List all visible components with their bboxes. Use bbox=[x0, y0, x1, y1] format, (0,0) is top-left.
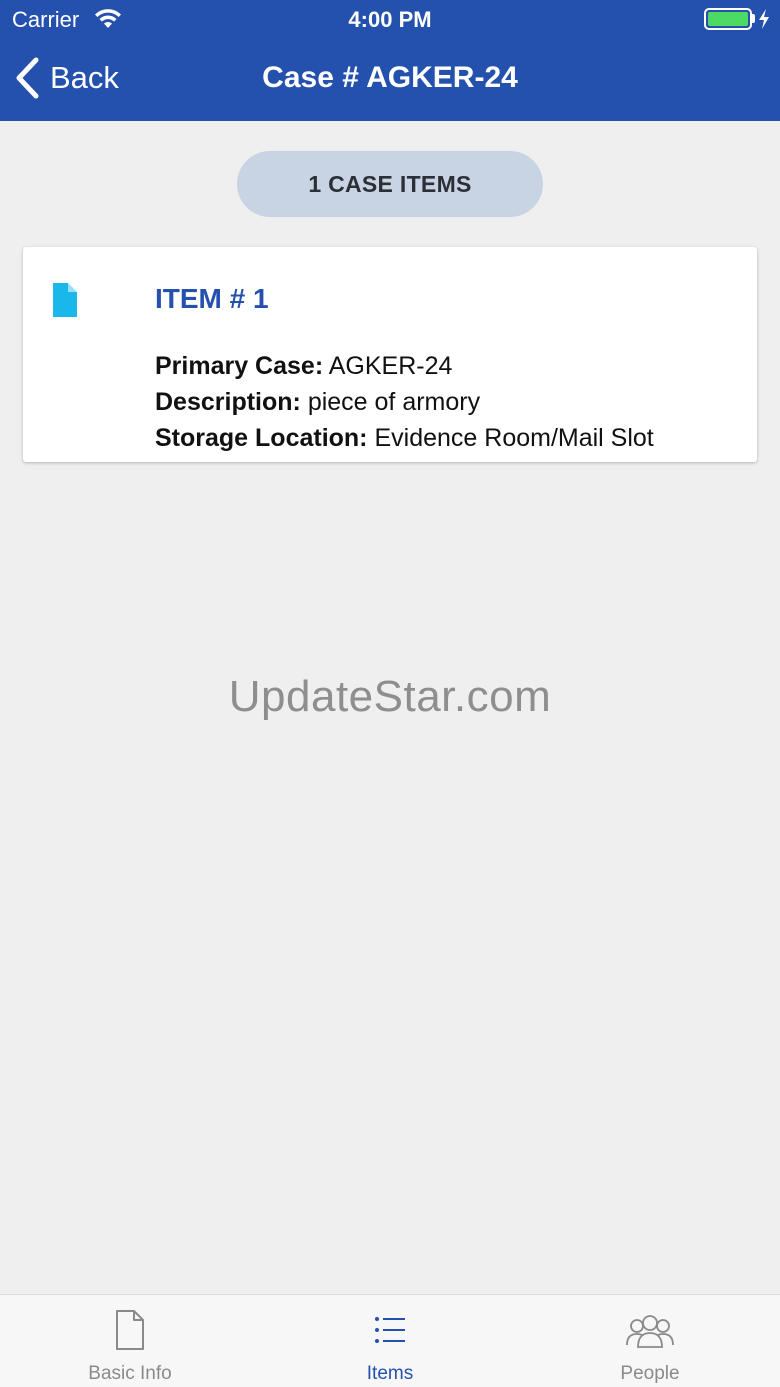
items-count-badge: 1 CASE ITEMS bbox=[237, 151, 543, 217]
field-label: Storage Location: bbox=[155, 424, 368, 452]
tab-people[interactable]: People bbox=[520, 1295, 780, 1387]
item-title: ITEM # 1 bbox=[155, 283, 269, 314]
battery-icon bbox=[704, 8, 752, 30]
watermark: UpdateStar.com bbox=[228, 672, 552, 721]
list-icon bbox=[375, 1317, 405, 1343]
field-value: piece of armory bbox=[307, 388, 481, 416]
tab-label: People bbox=[620, 1363, 680, 1384]
battery-level bbox=[708, 12, 748, 26]
status-time: 4:00 PM bbox=[348, 7, 432, 32]
charging-bolt-icon bbox=[759, 9, 769, 29]
battery-tip bbox=[752, 14, 755, 23]
header: Carrier 4:00 PM Back Case # AGKER-24 bbox=[0, 0, 780, 121]
nav-bar: Back Case # AGKER-24 bbox=[0, 40, 780, 121]
page-title: Case # AGKER-24 bbox=[262, 61, 518, 94]
tab-label: Basic Info bbox=[88, 1363, 172, 1384]
tab-items[interactable]: Items bbox=[260, 1295, 520, 1387]
status-bar: Carrier 4:00 PM bbox=[0, 0, 780, 40]
field-label: Description: bbox=[155, 388, 301, 416]
item-primary-case: Primary Case: AGKER-24 bbox=[155, 348, 654, 384]
item-description: Description: piece of armory bbox=[155, 384, 654, 420]
field-value: AGKER-24 bbox=[328, 352, 453, 380]
app-root: Carrier 4:00 PM Back Case # AGKER-24 1 C… bbox=[0, 0, 780, 1387]
field-value: Evidence Room/Mail Slot bbox=[374, 424, 654, 452]
document-outline-icon bbox=[116, 1310, 144, 1350]
document-icon bbox=[53, 283, 77, 317]
tab-label: Items bbox=[366, 1363, 414, 1384]
item-storage-location: Storage Location: Evidence Room/Mail Slo… bbox=[155, 420, 654, 456]
tab-bar: Basic Info Items People bbox=[0, 1294, 780, 1387]
tab-basic-info[interactable]: Basic Info bbox=[0, 1295, 260, 1387]
case-item-card[interactable]: ITEM # 1 Primary Case: AGKER-24 Descript… bbox=[23, 247, 757, 462]
people-icon bbox=[626, 1315, 674, 1348]
field-label: Primary Case: bbox=[155, 352, 324, 380]
item-details: Primary Case: AGKER-24 Description: piec… bbox=[155, 348, 654, 456]
